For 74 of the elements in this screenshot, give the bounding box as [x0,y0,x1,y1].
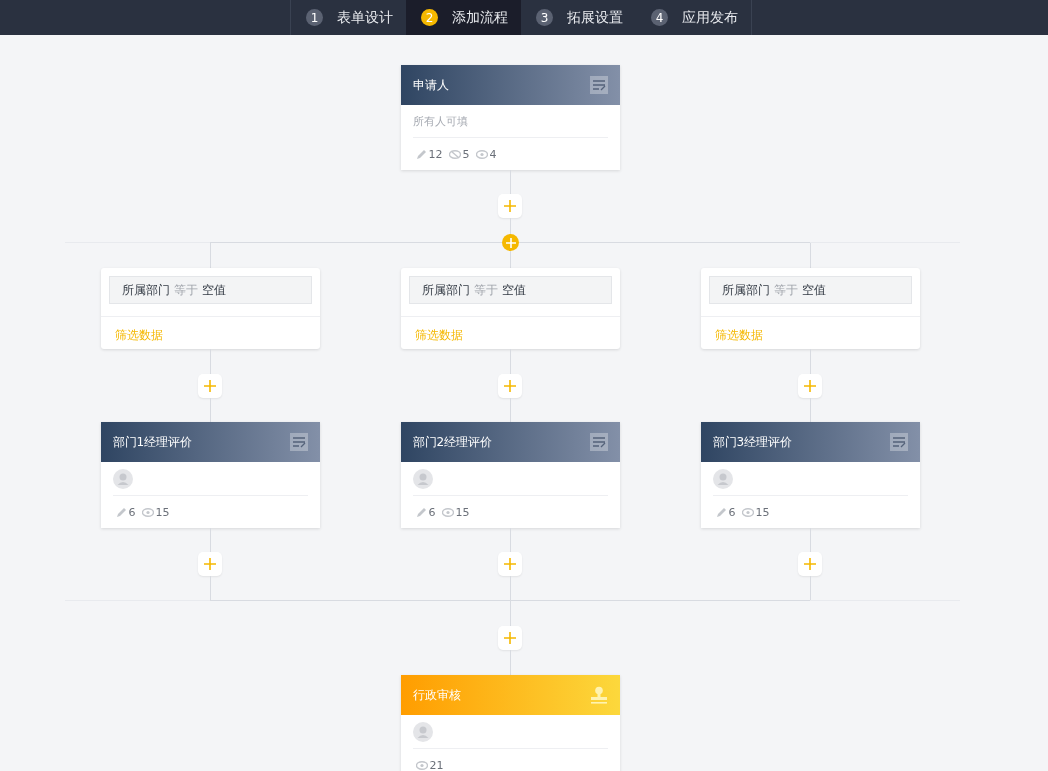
step-tab[interactable]: 4 应用发布 [636,0,751,35]
stat-count: 5 [448,147,470,161]
add-branch-button[interactable] [502,234,519,251]
condition-field: 所属部门 [421,282,470,298]
node-title: 部门2经理评价 [412,433,493,451]
flow-node-card[interactable]: 部门2经理评价 6 15 [400,422,620,528]
add-node-button[interactable] [798,374,822,398]
flow-node-card[interactable]: 部门1经理评价 6 15 [100,422,320,528]
eye-icon [415,760,428,770]
plus-icon [504,380,516,392]
add-node-button[interactable] [198,552,222,576]
form-icon [289,433,308,451]
stat-count: 15 [141,505,170,519]
flow-node-card[interactable]: 行政审核 21 [400,675,620,771]
add-node-button[interactable] [498,194,522,218]
condition-card[interactable]: 所属部门 等于 空值 筛选数据 [400,268,620,349]
stat-count: 15 [441,505,470,519]
condition-field: 所属部门 [721,282,770,298]
flow-node-card[interactable]: 部门3经理评价 6 15 [700,422,920,528]
node-title: 部门3经理评价 [712,433,793,451]
add-node-button[interactable] [798,552,822,576]
eye-icon [741,507,754,517]
node-description: 所有人可填 [412,105,608,138]
pencil-icon [715,506,727,518]
pencil-icon [415,148,427,160]
condition-field: 所属部门 [121,282,170,298]
node-title: 申请人 [412,76,449,94]
condition-value: 空值 [201,282,226,298]
node-title: 行政审核 [412,686,461,704]
plus-icon [504,558,516,570]
stat-count: 12 [415,147,443,161]
condition-card[interactable]: 所属部门 等于 空值 筛选数据 [700,268,920,349]
plus-icon [504,200,516,212]
condition-operator: 等于 [773,282,798,298]
pencil-icon [415,506,427,518]
stamp-icon [589,686,608,704]
add-node-button[interactable] [198,374,222,398]
plus-icon [505,237,516,248]
stat-count: 15 [741,505,770,519]
condition-value: 空值 [801,282,826,298]
eye-icon [441,507,454,517]
step-tab[interactable]: 2 添加流程 [406,0,521,35]
stat-count: 21 [415,758,444,771]
add-node-button[interactable] [498,374,522,398]
step-tab[interactable]: 1 表单设计 [291,0,406,35]
plus-icon [504,632,516,644]
eye-slash-icon [448,149,461,159]
avatar-icon [712,468,733,489]
plus-icon [204,558,216,570]
form-icon [889,433,908,451]
condition-operator: 等于 [473,282,498,298]
condition-card[interactable]: 所属部门 等于 空值 筛选数据 [100,268,320,349]
form-icon [589,433,608,451]
avatar-icon [412,468,433,489]
add-node-button[interactable] [498,552,522,576]
stat-count: 6 [415,505,436,519]
plus-icon [804,380,816,392]
avatar-icon [112,468,133,489]
condition-operator: 等于 [173,282,198,298]
add-node-button[interactable] [498,626,522,650]
stat-count: 4 [475,147,497,161]
stat-count: 6 [715,505,736,519]
avatar-icon [412,721,433,742]
plus-icon [804,558,816,570]
step-tab[interactable]: 3 拓展设置 [521,0,636,35]
pencil-icon [115,506,127,518]
eye-icon [475,149,488,159]
eye-icon [141,507,154,517]
stat-count: 6 [115,505,136,519]
condition-value: 空值 [501,282,526,298]
flow-node-card[interactable]: 申请人 所有人可填 12 5 4 [400,65,620,170]
node-title: 部门1经理评价 [112,433,193,451]
form-icon [589,76,608,94]
plus-icon [204,380,216,392]
